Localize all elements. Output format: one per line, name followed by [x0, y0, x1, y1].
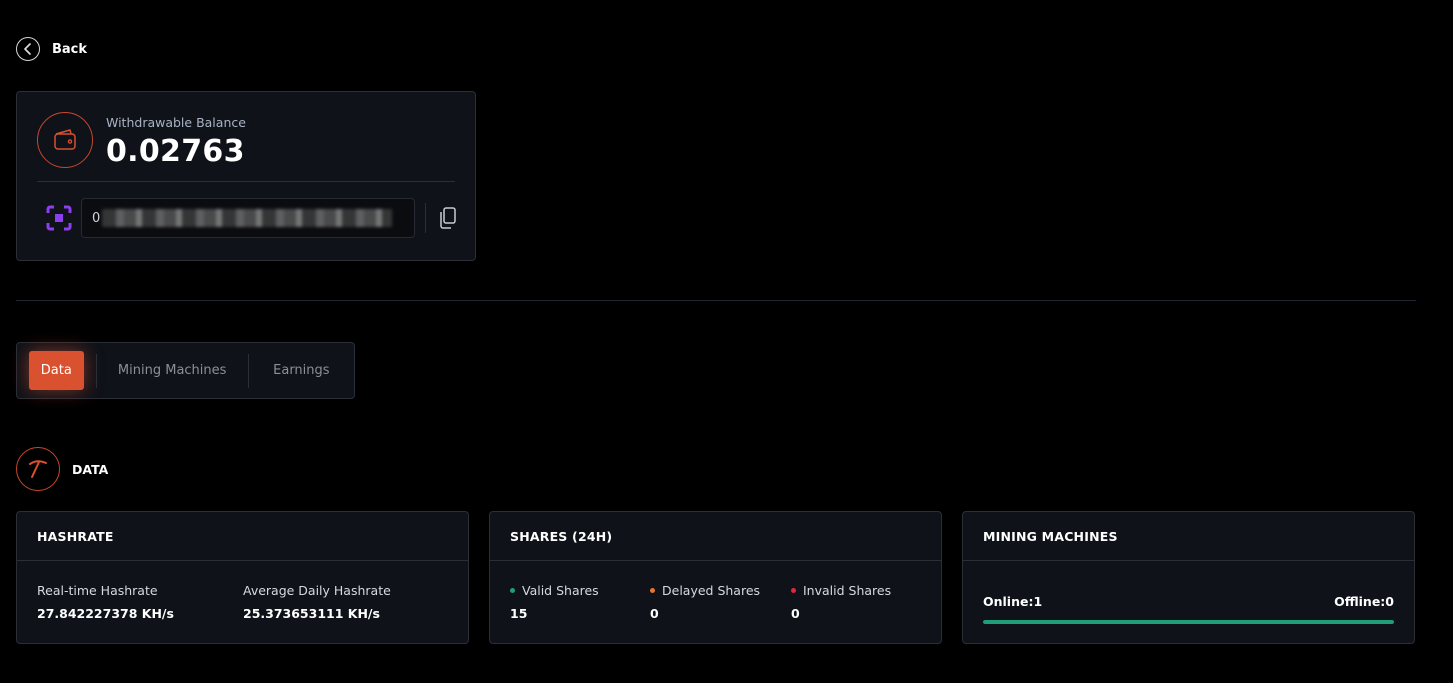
scan-icon — [45, 204, 73, 232]
page-divider — [16, 300, 1416, 301]
invalid-shares-value: 0 — [791, 606, 800, 621]
online-progress-fill — [983, 620, 1394, 624]
address-redacted — [102, 209, 393, 227]
online-count: Online:1 — [983, 594, 1043, 609]
machines-status-row: Online:1 Offline:0 — [983, 594, 1394, 609]
delayed-shares-value: 0 — [650, 606, 659, 621]
tab-mining-machines[interactable]: Mining Machines — [97, 351, 248, 390]
back-button[interactable]: Back — [16, 37, 87, 61]
realtime-hashrate-value: 27.842227378 KH/s — [37, 606, 174, 621]
invalid-shares-label: Invalid Shares — [803, 583, 892, 598]
hashrate-title: HASHRATE — [17, 512, 468, 561]
hashrate-card: HASHRATE Real-time Hashrate 27.842227378… — [16, 511, 469, 644]
wallet-icon — [37, 112, 93, 168]
wallet-address-field[interactable]: 0 — [81, 198, 415, 238]
online-progress-bar — [983, 620, 1394, 624]
average-hashrate-value: 25.373653111 KH/s — [243, 606, 380, 621]
tab-earnings[interactable]: Earnings — [249, 351, 354, 390]
copy-icon[interactable] — [437, 206, 459, 230]
delayed-shares: Delayed Shares 0 — [650, 583, 760, 621]
balance-divider — [37, 181, 455, 182]
tab-data[interactable]: Data — [29, 351, 84, 390]
pickaxe-icon — [16, 447, 60, 491]
invalid-dot-icon — [791, 588, 796, 593]
delayed-dot-icon — [650, 588, 655, 593]
offline-count: Offline:0 — [1334, 594, 1394, 609]
section-heading: DATA — [16, 447, 108, 491]
chevron-left-icon — [16, 37, 40, 61]
section-title: DATA — [72, 461, 109, 477]
mining-machines-title: MINING MACHINES — [963, 512, 1414, 561]
average-hashrate-label: Average Daily Hashrate — [243, 583, 391, 598]
average-hashrate: Average Daily Hashrate 25.373653111 KH/s — [243, 583, 391, 621]
shares-title: SHARES (24H) — [490, 512, 941, 561]
valid-dot-icon — [510, 588, 515, 593]
balance-label: Withdrawable Balance — [106, 115, 246, 130]
balance-card: Withdrawable Balance 0.02763 0 — [16, 91, 476, 261]
invalid-shares: Invalid Shares 0 — [791, 583, 891, 621]
valid-shares: Valid Shares 15 — [510, 583, 599, 621]
shares-card: SHARES (24H) Valid Shares 15 Delayed Sha… — [489, 511, 942, 644]
copy-separator — [425, 203, 426, 233]
delayed-shares-label: Delayed Shares — [662, 583, 761, 598]
realtime-hashrate-label: Real-time Hashrate — [37, 583, 158, 598]
valid-shares-value: 15 — [510, 606, 528, 621]
tab-bar: Data Mining Machines Earnings — [16, 342, 355, 399]
realtime-hashrate: Real-time Hashrate 27.842227378 KH/s — [37, 583, 174, 621]
back-label: Back — [52, 41, 88, 57]
valid-shares-label: Valid Shares — [522, 583, 599, 598]
mining-machines-card: MINING MACHINES Online:1 Offline:0 — [962, 511, 1415, 644]
balance-value: 0.02763 — [106, 134, 245, 169]
address-prefix: 0 — [92, 210, 101, 226]
